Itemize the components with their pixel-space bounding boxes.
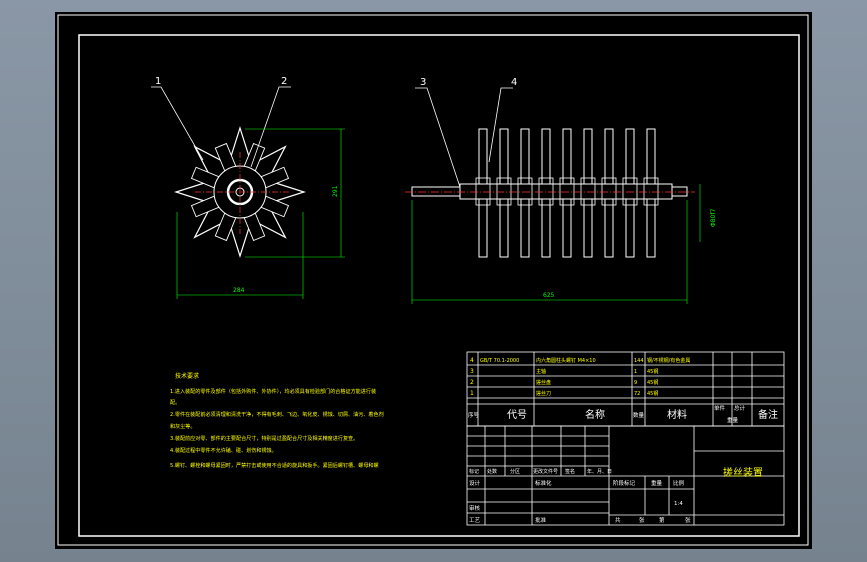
disc-lower (499, 198, 509, 258)
shaft-left-end (411, 186, 461, 197)
disc-upper (478, 128, 488, 185)
bom-row-3-name: 主轴 (536, 368, 546, 375)
bom-header-material: 材料 (667, 408, 687, 421)
title-row-label: 标记 (469, 468, 479, 475)
title-stage-label: 阶段标记 (613, 479, 636, 487)
notes-line: 1.进入装配的零件及部件（包括外购件、外协件），均必须具有检验部门的合格证方能进… (170, 388, 376, 395)
notes-line: 配。 (170, 400, 180, 406)
bom-row-4-qty: 144 (634, 358, 644, 364)
bom-row-2-name: 搓丝盘 (536, 379, 551, 386)
bom-row-3-material: 45钢 (647, 368, 658, 375)
notes-line: 2.零件在装配前必须清理和清洗干净，不得有毛刺、飞边、氧化皮、锈蚀、切屑、油污、… (170, 411, 384, 418)
bom-text: 4 GB/T 70.1-2000 内六角圆柱头螺钉 M4×10 144 钢/不锈… (468, 357, 778, 424)
title-page-unit: 张 (685, 516, 691, 524)
bom-row-3-qty: 1 (634, 369, 637, 375)
title-approve: 批准 (535, 516, 547, 524)
bom-row-4-seq: 4 (470, 357, 474, 364)
disc-upper (646, 128, 656, 185)
title-review: 审核 (469, 504, 481, 512)
notes-title: 技术要求 (175, 372, 199, 380)
bom-row-2-material: 45钢 (647, 379, 658, 386)
callout-4: 4 (511, 77, 517, 88)
title-row-label: 签名 (565, 468, 575, 475)
title-row-label: 年、月、日 (587, 468, 612, 475)
front-view[interactable]: 1 2 291 284 (151, 76, 345, 299)
disc-lower (646, 198, 656, 258)
dim-dia-text: Φ80f7 (710, 209, 717, 227)
side-view[interactable]: 3 4 625 Φ80f7 (405, 77, 717, 304)
bom-header-total: 总计 (734, 404, 746, 412)
notes-line: 5.螺钉、螺栓和螺母紧固时，严禁打击或使用不合适的旋具和扳手。紧固后螺钉槽、螺母… (170, 462, 379, 469)
title-sheet-unit: 张 (639, 516, 645, 524)
disc-lower (541, 198, 551, 258)
disc-lower (520, 198, 530, 258)
disc-upper (583, 128, 593, 185)
dim-width-text: 284 (233, 287, 245, 294)
dim-length-text: 625 (543, 292, 555, 299)
disc-upper (520, 128, 530, 185)
bom-row-4-code: GB/T 70.1-2000 (480, 358, 519, 364)
title-weight-label: 重量 (651, 479, 663, 487)
shaft-main (459, 183, 673, 200)
disc-lower (583, 198, 593, 258)
title-sheets: 共 (615, 516, 621, 524)
callout-1: 1 (155, 76, 161, 87)
bom-header-seq: 序号 (468, 411, 480, 419)
disc-lower (478, 198, 488, 258)
disc-lower (625, 198, 635, 258)
title-scale: 1:4 (674, 501, 683, 507)
bom-row-1-material: 45钢 (647, 390, 658, 397)
leader-3 (415, 87, 461, 188)
disc-lower (562, 198, 572, 258)
disc-lower (604, 198, 614, 258)
drawing-viewport[interactable]: 1 2 291 284 3 4 625 Φ80f7 技术要求 1.进入装配的零件… (55, 12, 812, 549)
bom-row-2-seq: 2 (470, 379, 474, 386)
title-standardize: 标准化 (535, 479, 552, 487)
bom-row-2-qty: 9 (634, 380, 637, 386)
bom-row-1-name: 搓丝刀 (536, 390, 551, 397)
callout-3: 3 (420, 77, 426, 88)
disc-upper (541, 128, 551, 185)
disc-upper (499, 128, 509, 185)
drawing-title: 搓丝装置 (723, 466, 763, 479)
notes-line: 3.装配前应对零、部件的主要配合尺寸，特别是过盈配合尺寸及相关精度进行复查。 (170, 435, 358, 442)
title-scale-label: 比例 (673, 479, 685, 487)
drawing-sheet: 1 2 291 284 3 4 625 Φ80f7 技术要求 1.进入装配的零件… (57, 14, 809, 546)
leader-1 (151, 86, 204, 161)
title-row-label: 处数 (487, 468, 497, 475)
bom-header-code: 代号 (507, 409, 527, 421)
title-process: 工艺 (469, 517, 481, 524)
inner-frame (78, 34, 800, 537)
bom-header-weight: 重量 (727, 416, 739, 424)
shaft-right-end (671, 186, 688, 197)
bom-row-1-seq: 1 (470, 390, 474, 397)
bom-row-4-material: 钢/不锈钢/有色金属 (647, 357, 690, 364)
callout-2: 2 (281, 76, 287, 87)
technical-notes: 技术要求 1.进入装配的零件及部件（包括外购件、外协件），均必须具有检验部门的合… (170, 372, 384, 469)
disc-upper (604, 128, 614, 185)
disc-upper (562, 128, 572, 185)
title-row-label: 分区 (510, 468, 520, 475)
bom-row-1-qty: 72 (634, 391, 640, 397)
title-row-label: 更改文件号 (533, 468, 558, 475)
bom-row-3-seq: 3 (470, 368, 474, 375)
bom-row-4-name: 内六角圆柱头螺钉 M4×10 (536, 357, 596, 364)
disc-upper (625, 128, 635, 185)
bom-header-single: 单件 (714, 404, 726, 412)
bom-header-name: 名称 (585, 408, 605, 421)
bom-header-remark: 备注 (758, 408, 778, 421)
notes-line: 4.装配过程中零件不允许磕、碰、划伤和锈蚀。 (170, 447, 277, 454)
dim-height-text: 291 (332, 185, 339, 197)
title-page: 第 (659, 516, 665, 524)
notes-line: 和灰尘等。 (170, 423, 195, 430)
bom-header-qty: 数量 (633, 411, 645, 419)
title-design: 设计 (469, 479, 481, 487)
